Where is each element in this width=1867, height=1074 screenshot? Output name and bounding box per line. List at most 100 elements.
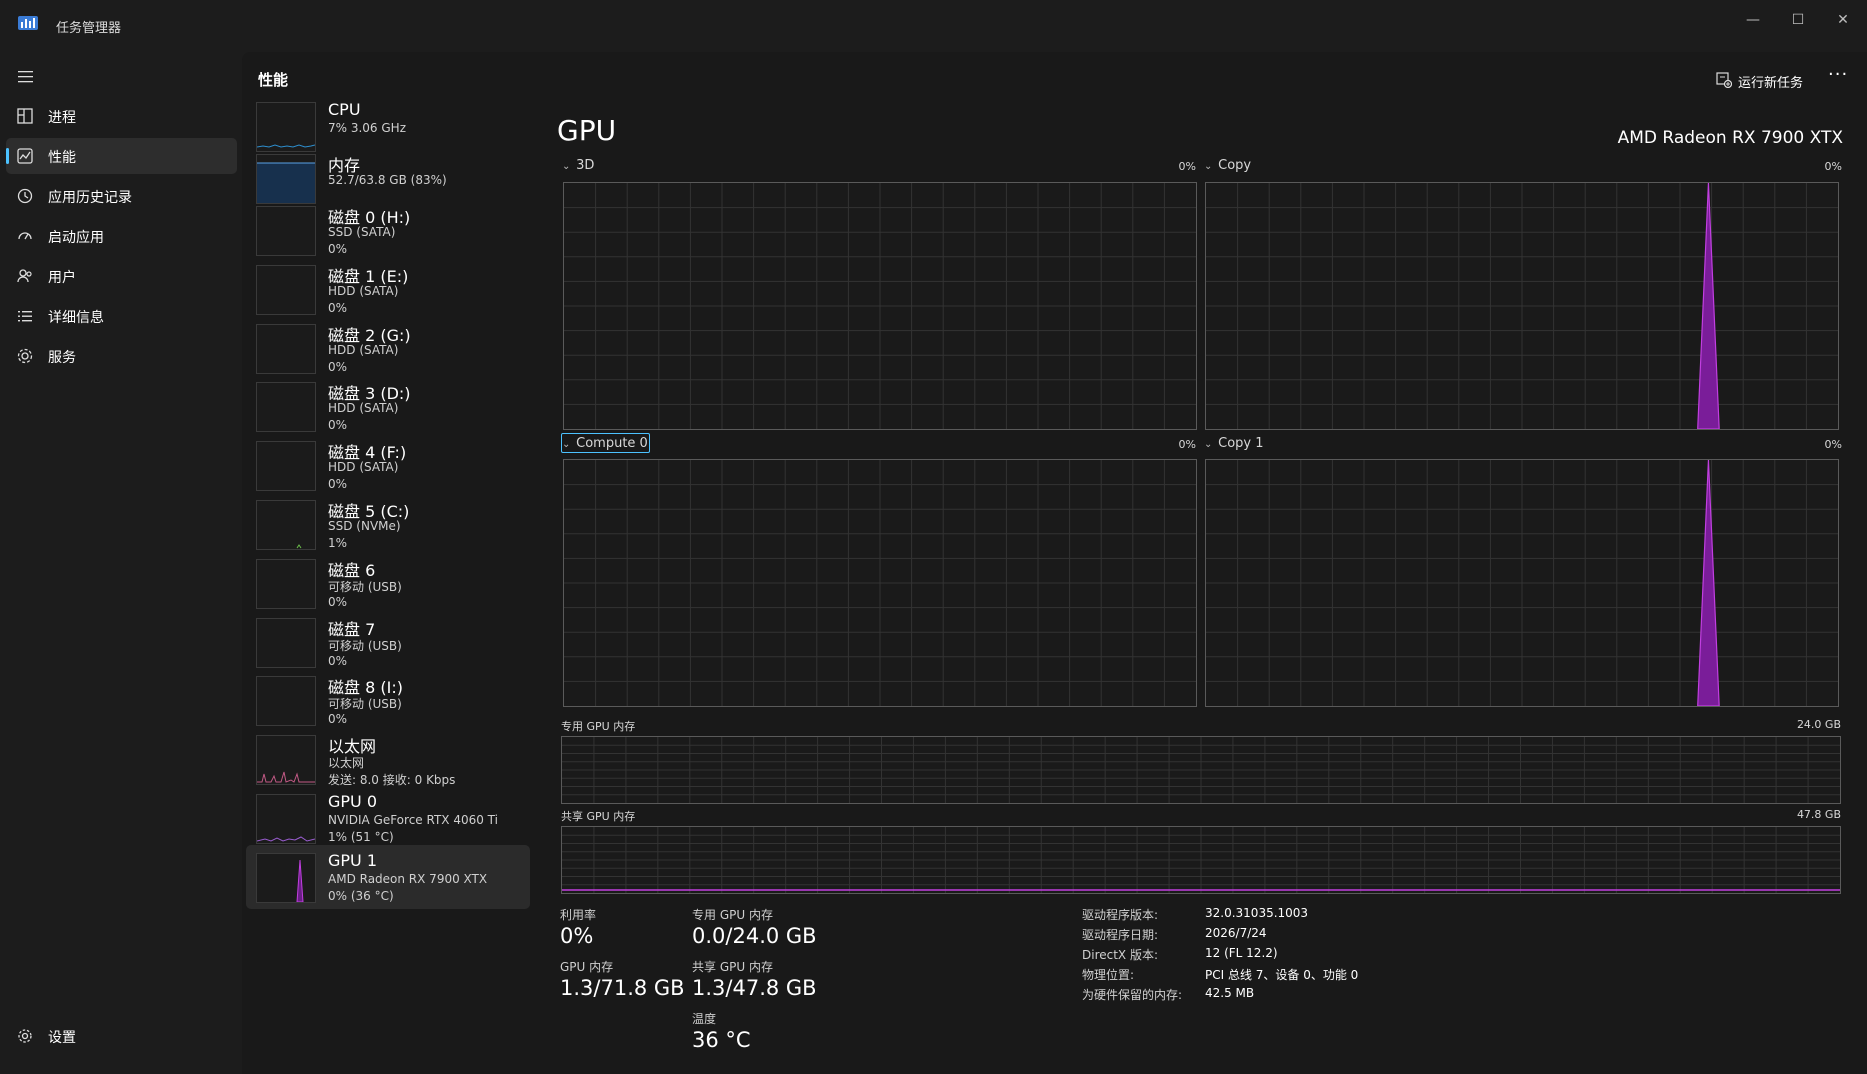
device-thumbnail-graph (256, 735, 316, 786)
hamburger-menu-icon[interactable] (17, 70, 35, 84)
utilization-label: 利用率 (560, 908, 597, 922)
device-thumbnail-graph (256, 264, 316, 315)
nav-item-details[interactable]: 详细信息 (6, 298, 237, 334)
device-subtitle: HDD (SATA) (328, 401, 399, 416)
engine-label: Copy 1 (1218, 436, 1264, 451)
services-icon (17, 348, 33, 364)
graph-shared-memory (561, 826, 1841, 894)
shared-memory-stat-value: 1.3/47.8 GB (692, 976, 817, 1000)
nav-item-label: 服务 (48, 350, 76, 366)
graph-copy (1205, 182, 1839, 430)
temperature-label: 温度 (692, 1012, 717, 1026)
info-value: PCI 总线 7、设备 0、功能 0 (1205, 968, 1359, 982)
device-item-disk[interactable]: 磁盘 5 (C:) SSD (NVMe) 1% (246, 492, 530, 556)
nav-item-label: 进程 (48, 110, 76, 126)
device-subtitle: 以太网 (328, 756, 365, 771)
history-icon (17, 188, 33, 204)
device-item-disk[interactable]: 磁盘 3 (D:) HDD (SATA) 0% (246, 374, 530, 438)
info-value: 42.5 MB (1205, 986, 1255, 1000)
device-subtitle: HDD (SATA) (328, 342, 399, 357)
window-title: 任务管理器 (56, 21, 122, 36)
page-title: 性能 (258, 71, 289, 89)
minimize-button[interactable]: — (1733, 6, 1773, 34)
nav-item-label: 性能 (48, 150, 76, 166)
run-task-label: 运行新任务 (1738, 76, 1804, 91)
device-thumbnail-graph (256, 558, 316, 609)
chevron-down-icon: ⌄ (1204, 161, 1213, 172)
device-value: 0% (328, 418, 348, 433)
device-subtitle: 可移动 (USB) (328, 579, 402, 594)
device-subtitle: AMD Radeon RX 7900 XTX (328, 871, 488, 886)
device-name: GPU 1 (328, 850, 378, 870)
device-item-disk[interactable]: 磁盘 6 可移动 (USB) 0% (246, 551, 530, 615)
device-thumbnail-graph (256, 617, 316, 668)
device-value: 0% (328, 477, 348, 492)
device-value: 0% (328, 359, 348, 374)
graph-copy-1 (1205, 459, 1839, 707)
more-options-button[interactable]: ··· (1828, 64, 1848, 85)
maximize-button[interactable]: ☐ (1778, 6, 1818, 34)
nav-item-label: 设置 (48, 1030, 76, 1046)
device-item-ethernet[interactable]: 以太网 以太网 发送: 8.0 接收: 0 Kbps (246, 727, 530, 791)
device-thumbnail-graph (256, 323, 316, 374)
engine-selector-copy-1[interactable]: ⌄ Copy 1 (1204, 436, 1264, 451)
graph-3d (563, 182, 1197, 430)
device-subtitle: 52.7/63.8 GB (83%) (328, 173, 447, 187)
device-item-gpu1[interactable]: GPU 1 AMD Radeon RX 7900 XTX 0% (36 °C) (246, 844, 530, 909)
nav-item-users[interactable]: 用户 (6, 258, 237, 294)
graph-compute-0 (563, 459, 1197, 707)
device-thumbnail-graph (256, 500, 316, 550)
engine-percent: 0% (1824, 160, 1842, 173)
info-value: 32.0.31035.1003 (1205, 906, 1309, 920)
device-item-disk[interactable]: 磁盘 7 可移动 (USB) 0% (246, 610, 530, 674)
device-value: 0% (328, 242, 348, 256)
performance-page: 性能 运行新任务 ··· CPU 7% 3.06 GHz 内存 52.7/63.8 G… (242, 52, 1867, 1074)
device-item-gpu0[interactable]: GPU 0 NVIDIA GeForce RTX 4060 Ti 1% (51 °C… (246, 786, 530, 850)
gear-icon (18, 1029, 32, 1043)
nav-item-startup-apps[interactable]: 启动应用 (6, 218, 237, 254)
info-key: 物理位置: (1082, 968, 1135, 982)
nav-item-performance[interactable]: 性能 (6, 138, 237, 174)
engine-percent: 0% (1178, 160, 1196, 173)
engine-percent: 0% (1824, 438, 1842, 451)
nav-item-app-history[interactable]: 应用历史记录 (6, 178, 237, 214)
close-button[interactable]: ✕ (1823, 6, 1863, 34)
engine-selector-copy[interactable]: ⌄ Copy (1204, 158, 1251, 173)
shared-memory-label: 共享 GPU 内存 (561, 810, 636, 823)
dedicated-memory-stat-value: 0.0/24.0 GB (692, 924, 817, 948)
device-subtitle: 可移动 (USB) (328, 697, 402, 712)
info-key: 驱动程序版本: (1082, 908, 1159, 922)
device-thumbnail-graph (256, 154, 316, 204)
engine-selector-compute-0[interactable]: ⌄ Compute 0 (562, 436, 648, 451)
startup-icon (18, 232, 32, 240)
gpu-memory-label: GPU 内存 (560, 960, 614, 974)
device-subtitle: SSD (NVMe) (328, 519, 401, 533)
device-item-disk[interactable]: 磁盘 4 (F:) HDD (SATA) 0% (246, 433, 530, 497)
nav-item-settings[interactable]: 设置 (6, 1018, 237, 1054)
navigation-pane: 进程 性能 应用历史记录 启动应用 用户 详细信息 服务 设置 (0, 50, 240, 1074)
device-subtitle: HDD (SATA) (328, 460, 399, 475)
device-thumbnail-graph (256, 102, 316, 152)
device-value: 0% (328, 300, 348, 315)
run-task-icon (1716, 72, 1732, 88)
nav-item-services[interactable]: 服务 (6, 338, 237, 374)
device-subtitle: 7% 3.06 GHz (328, 121, 407, 135)
device-subtitle: SSD (SATA) (328, 225, 396, 239)
device-subtitle: NVIDIA GeForce RTX 4060 Ti (328, 813, 498, 827)
device-item-disk[interactable]: 磁盘 1 (E:) HDD (SATA) 0% (246, 257, 530, 321)
device-item-disk[interactable]: 磁盘 0 (H:) SSD (SATA) 0% (246, 198, 530, 262)
device-item-disk[interactable]: 磁盘 8 (I:) 可移动 (USB) 0% (246, 668, 530, 732)
engine-label: Copy (1218, 158, 1252, 173)
shared-memory-stat-label: 共享 GPU 内存 (692, 960, 773, 974)
device-value: 0% (36 °C) (328, 888, 394, 903)
processes-icon (17, 108, 33, 124)
engine-selector-3d[interactable]: ⌄ 3D (562, 158, 594, 173)
device-value: 1% (328, 536, 348, 550)
details-icon (18, 311, 32, 322)
device-thumbnail-graph (256, 852, 316, 903)
engine-label: Compute 0 (576, 436, 648, 451)
nav-item-processes[interactable]: 进程 (6, 98, 237, 134)
device-value: 1% (51 °C) (328, 830, 394, 844)
device-item-disk[interactable]: 磁盘 2 (G:) HDD (SATA) 0% (246, 316, 530, 380)
device-thumbnail-graph (256, 206, 316, 256)
